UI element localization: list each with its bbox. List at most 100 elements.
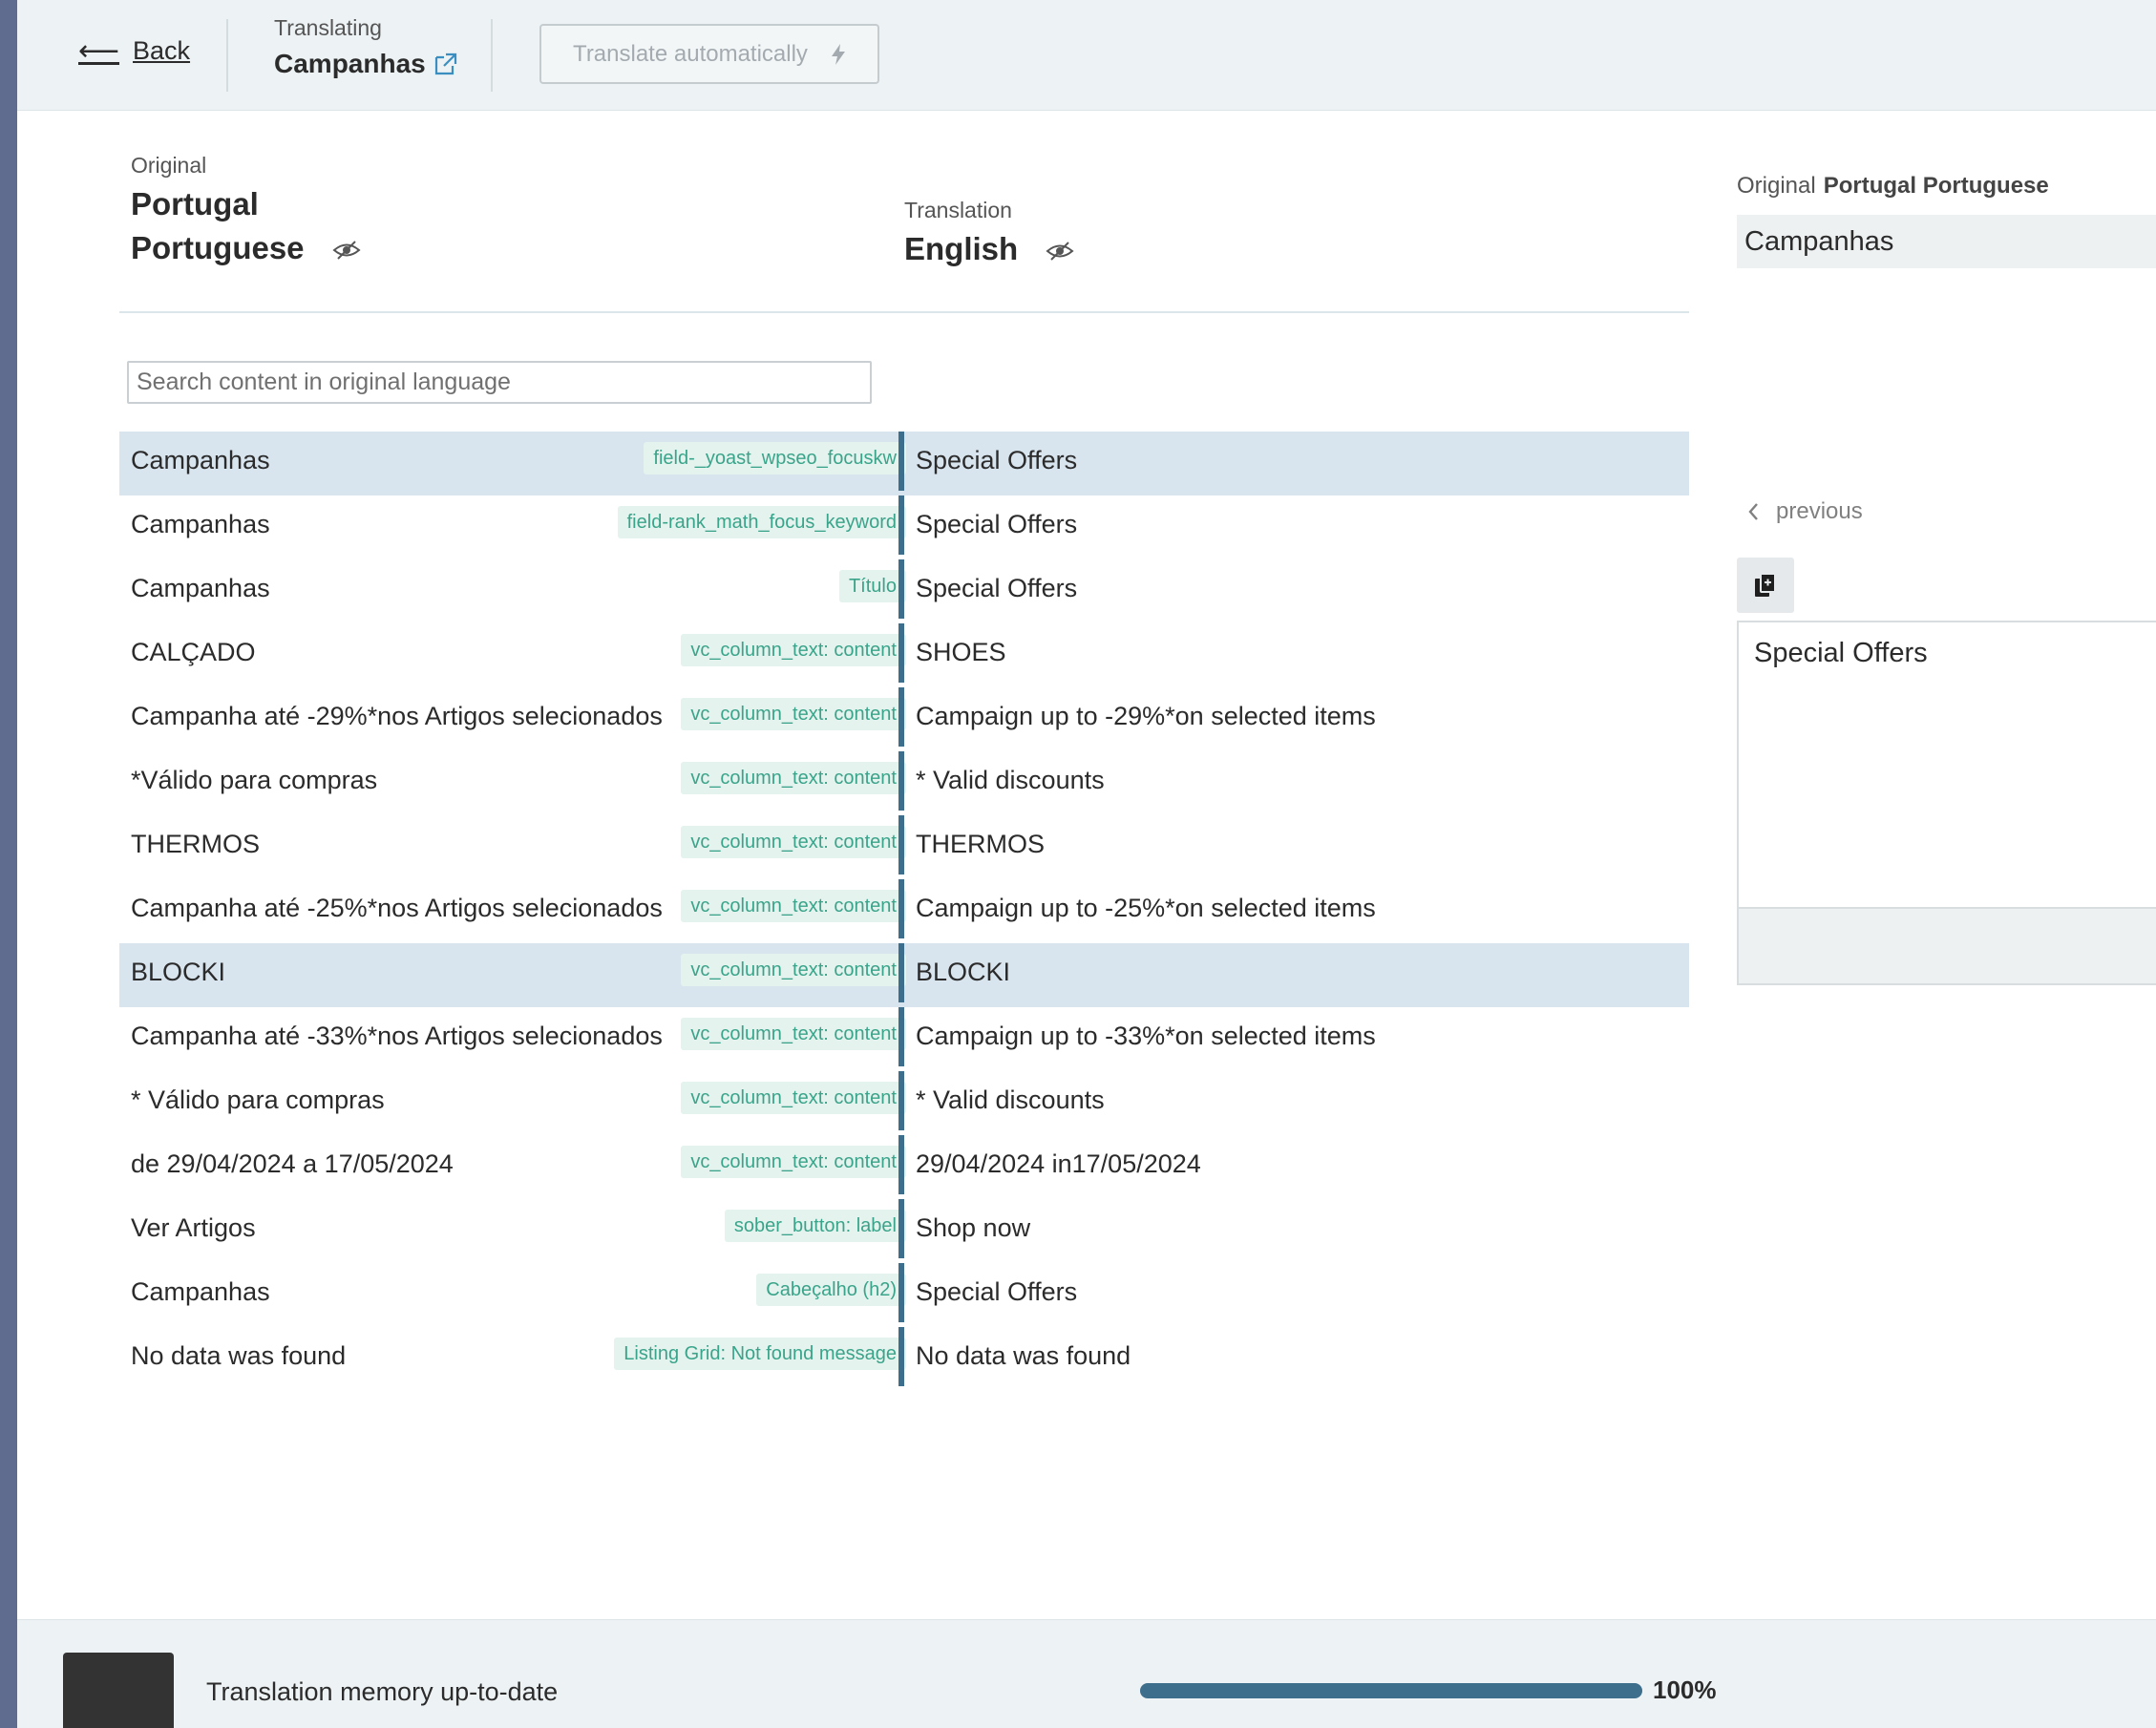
original-text: CALÇADO <box>131 638 256 666</box>
field-tag: vc_column_text: content <box>681 826 906 858</box>
original-text: Ver Artigos <box>131 1213 256 1242</box>
row-divider-bar <box>898 815 904 875</box>
row-divider-bar <box>898 495 904 555</box>
translation-row[interactable]: *Válido para compras vc_column_text: cont… <box>119 751 1689 815</box>
external-link-icon[interactable] <box>433 52 458 76</box>
field-tag: Cabeçalho (h2) <box>756 1274 906 1306</box>
original-language-line1: Portugal <box>131 186 259 221</box>
left-sidebar-strip <box>0 0 17 1728</box>
translation-text: Special Offers <box>916 1277 1078 1306</box>
translation-row[interactable]: Campanha até -33%*nos Artigos selecionad… <box>119 1007 1689 1071</box>
original-text: Campanhas <box>131 1277 270 1306</box>
original-text: de 29/04/2024 a 17/05/2024 <box>131 1149 454 1178</box>
original-text: * Válido para compras <box>131 1085 385 1114</box>
translation-row[interactable]: Campanha até -25%*nos Artigos selecionad… <box>119 879 1689 943</box>
right-panel-original-heading: Original Portugal Portuguese <box>1737 173 2049 200</box>
row-divider-bar <box>898 1071 904 1130</box>
translation-row[interactable]: THERMOS vc_column_text: content THERMOS <box>119 815 1689 879</box>
row-divider-bar <box>898 559 904 619</box>
original-text: Campanha até -29%*nos Artigos selecionad… <box>131 702 663 730</box>
original-text: BLOCKI <box>131 958 226 986</box>
row-divider-bar <box>898 943 904 1002</box>
field-tag: vc_column_text: content <box>681 1146 906 1178</box>
row-divider-bar <box>898 1199 904 1258</box>
field-tag: vc_column_text: content <box>681 890 906 922</box>
translation-row[interactable]: Campanha até -29%*nos Artigos selecionad… <box>119 687 1689 751</box>
translation-editor-footer <box>1737 909 2156 985</box>
original-language-name: Portugal Portuguese <box>131 182 361 270</box>
translation-memory-status: Translation memory up-to-date <box>206 1677 559 1706</box>
original-language-heading: Original Portugal Portuguese <box>131 153 361 270</box>
original-text: Campanhas <box>131 574 270 602</box>
original-text: Campanhas <box>131 446 270 474</box>
translate-automatically-button[interactable]: Translate automatically <box>539 24 879 84</box>
translation-row[interactable]: BLOCKI vc_column_text: content BLOCKI <box>119 943 1689 1007</box>
original-text: THERMOS <box>131 830 260 858</box>
copy-original-button[interactable] <box>1737 558 1794 613</box>
translation-text: THERMOS <box>916 830 1045 858</box>
translation-text: BLOCKI <box>916 958 1011 986</box>
translate-automatically-label: Translate automatically <box>573 40 808 67</box>
translation-text: Campaign up to -33%*on selected items <box>916 1022 1376 1050</box>
field-tag: field-rank_math_focus_keyword <box>617 506 906 538</box>
translation-row[interactable]: Campanhas Título Special Offers <box>119 559 1689 623</box>
eye-slash-icon[interactable] <box>1046 241 1074 262</box>
field-tag: field-_yoast_wpseo_focuskw <box>644 442 906 474</box>
lightning-icon <box>831 43 845 65</box>
translation-row[interactable]: No data was found Listing Grid: Not found… <box>119 1327 1689 1391</box>
search-input[interactable] <box>127 361 872 404</box>
previous-link[interactable]: previous <box>1747 498 1863 525</box>
field-tag: sober_button: label <box>724 1210 906 1242</box>
translation-row[interactable]: Campanhas field-_yoast_wpseo_focuskw Speci… <box>119 432 1689 495</box>
translation-label: Translation <box>904 198 1012 222</box>
row-divider-bar <box>898 687 904 747</box>
row-divider-bar <box>898 1327 904 1386</box>
field-tag: vc_column_text: content <box>681 1082 906 1114</box>
translating-info: Translating Campanhas <box>274 15 458 79</box>
field-tag: vc_column_text: content <box>681 954 906 986</box>
translation-editor[interactable]: Special Offers <box>1737 621 2156 909</box>
field-tag: vc_column_text: content <box>681 698 906 730</box>
progress-percentage: 100% <box>1653 1675 1717 1704</box>
translation-row[interactable]: Campanhas field-rank_math_focus_keyword Sp… <box>119 495 1689 559</box>
translation-text: * Valid discounts <box>916 766 1105 794</box>
translation-language-text: English <box>904 231 1019 266</box>
translation-text: * Valid discounts <box>916 1085 1105 1114</box>
progress-bar <box>1140 1683 1642 1698</box>
translation-row[interactable]: * Válido para compras vc_column_text: con… <box>119 1071 1689 1135</box>
field-tag: vc_column_text: content <box>681 762 906 794</box>
copy-icon <box>1755 573 1776 597</box>
right-panel-original-language: Portugal Portuguese <box>1823 173 2049 199</box>
back-label: Back <box>133 36 191 65</box>
row-divider-bar <box>898 432 904 491</box>
editor-header: ⟵ Back Translating Campanhas Translate a… <box>17 0 2156 111</box>
original-text: Campanha até -25%*nos Artigos selecionad… <box>131 894 663 922</box>
eye-slash-icon[interactable] <box>332 240 361 261</box>
row-divider-bar <box>898 751 904 811</box>
footer-action-box[interactable] <box>63 1653 174 1728</box>
original-text: No data was found <box>131 1341 347 1370</box>
translation-row[interactable]: Campanhas Cabeçalho (h2) Special Offers <box>119 1263 1689 1327</box>
translation-text: Special Offers <box>916 446 1078 474</box>
translation-row[interactable]: CALÇADO vc_column_text: content SHOES <box>119 623 1689 687</box>
translation-row[interactable]: de 29/04/2024 a 17/05/2024 vc_column_text… <box>119 1135 1689 1199</box>
status-footer: Translation memory up-to-date 100% <box>17 1619 2156 1728</box>
chevron-left-icon <box>1748 503 1758 520</box>
translation-text: Campaign up to -29%*on selected items <box>916 702 1376 730</box>
translation-rows: Campanhas field-_yoast_wpseo_focuskw Speci… <box>119 432 1689 1391</box>
translation-text: No data was found <box>916 1341 1131 1370</box>
header-divider <box>226 19 228 92</box>
original-label: Original <box>131 153 207 178</box>
divider <box>119 311 1689 313</box>
field-tag: vc_column_text: content <box>681 634 906 666</box>
field-tag: Título <box>838 570 906 602</box>
original-text: *Válido para compras <box>131 766 378 794</box>
translating-label: Translating <box>274 15 382 40</box>
right-panel-source-text: Campanhas <box>1737 215 2156 268</box>
page-title: Campanhas <box>274 49 458 79</box>
row-divider-bar <box>898 623 904 683</box>
progress-bar-fill <box>1140 1683 1642 1698</box>
translation-row[interactable]: Ver Artigos sober_button: label Shop now <box>119 1199 1689 1263</box>
back-link[interactable]: ⟵ Back <box>78 36 190 66</box>
original-text: Campanhas <box>131 510 270 538</box>
